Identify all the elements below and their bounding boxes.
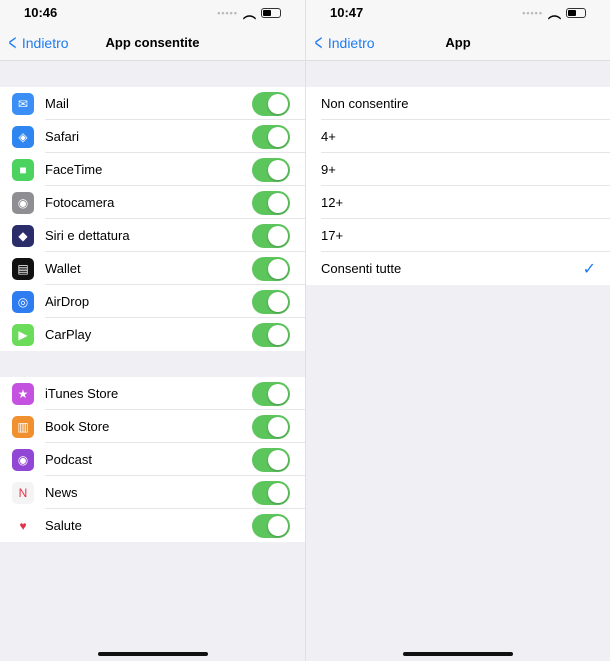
option-row[interactable]: 4+ (306, 120, 610, 153)
app-row-mail: ✉ Mail (0, 87, 305, 120)
toggle-switch[interactable] (252, 447, 290, 472)
option-row[interactable]: 9+ (306, 153, 610, 186)
toggle-switch[interactable] (252, 480, 290, 505)
mail-icon: ✉ (12, 92, 34, 115)
toggle-switch[interactable] (252, 157, 290, 182)
nav-bar: < Indietro App (306, 25, 610, 61)
camera-icon: ◉ (12, 191, 34, 214)
status-time: 10:47 (330, 5, 364, 20)
option-label: Non consentire (321, 96, 409, 111)
right-pane: 10:47 ••••• ︵ < Indietro App Non consentir… (305, 0, 610, 661)
app-row-wallet: ▤ Wallet (0, 252, 305, 285)
app-label: iTunes Store (45, 386, 119, 401)
app-label: Siri e dettatura (45, 228, 130, 243)
wifi-icon: ︵ (242, 6, 256, 21)
toggle-switch[interactable] (252, 414, 290, 439)
option-row[interactable]: Non consentire (306, 87, 610, 120)
app-row-carplay: ▶ CarPlay (0, 318, 305, 351)
app-row-book-store: ▥ Book Store (0, 410, 305, 443)
app-label: Book Store (45, 419, 110, 434)
apps-group-2: ★ iTunes Store ▥ Book Store ◉ Podcast N … (0, 377, 305, 542)
back-button[interactable]: < Indietro (6, 29, 69, 55)
app-label: Mail (45, 96, 69, 111)
option-row[interactable]: 17+ (306, 219, 610, 252)
app-row-podcast: ◉ Podcast (0, 443, 305, 476)
app-row-itunes-store: ★ iTunes Store (0, 377, 305, 410)
signal-icon: ••••• (217, 7, 238, 18)
facetime-icon: ■ (12, 158, 34, 181)
airdrop-icon: ◎ (12, 290, 34, 313)
app-label: Salute (45, 518, 82, 533)
option-label: 4+ (321, 129, 336, 144)
left-pane: 10:46 ••••• ︵ < Indietro App consentite ✉ … (0, 0, 305, 661)
app-label: Podcast (45, 452, 92, 467)
toggle-switch[interactable] (252, 381, 290, 406)
home-indicator (97, 652, 208, 656)
app-row-fotocamera: ◉ Fotocamera (0, 186, 305, 219)
toggle-switch[interactable] (252, 124, 290, 149)
option-label: Consenti tutte (321, 261, 402, 276)
option-label: 9+ (321, 162, 336, 177)
age-rating-options: Non consentire 4+ 9+ 12+ 17+ Consenti tutte ✓ (306, 87, 610, 285)
app-label: Safari (45, 129, 79, 144)
book-store-icon: ▥ (12, 415, 34, 438)
carplay-icon: ▶ (12, 323, 34, 346)
toggle-switch[interactable] (252, 190, 290, 215)
chevron-left-icon: < (8, 29, 17, 55)
chevron-left-icon: < (314, 29, 323, 55)
app-row-siri-e-dettatura: ◆ Siri e dettatura (0, 219, 305, 252)
checkmark-icon: ✓ (582, 260, 596, 278)
health-icon: ♥ (12, 514, 34, 537)
signal-icon: ••••• (522, 7, 543, 18)
app-row-airdrop: ◎ AirDrop (0, 285, 305, 318)
status-bar: 10:46 ••••• ︵ (0, 0, 305, 25)
option-row[interactable]: Consenti tutte ✓ (306, 252, 610, 285)
toggle-switch[interactable] (252, 91, 290, 116)
option-label: 12+ (321, 195, 344, 210)
app-label: FaceTime (45, 162, 103, 177)
podcast-icon: ◉ (12, 448, 34, 471)
toggle-switch[interactable] (252, 289, 290, 314)
toggle-switch[interactable] (252, 322, 290, 347)
itunes-store-icon: ★ (12, 382, 34, 405)
app-row-news: N News (0, 476, 305, 509)
toggle-switch[interactable] (252, 513, 290, 538)
app-label: News (45, 485, 78, 500)
status-bar: 10:47 ••••• ︵ (306, 0, 610, 25)
wifi-icon: ︵ (547, 6, 561, 21)
back-button[interactable]: < Indietro (312, 29, 375, 55)
back-label: Indietro (21, 34, 69, 51)
option-row[interactable]: 12+ (306, 186, 610, 219)
status-time: 10:46 (24, 5, 58, 20)
safari-icon: ◈ (12, 125, 34, 148)
wallet-icon: ▤ (12, 257, 34, 280)
toggle-switch[interactable] (252, 256, 290, 281)
siri-icon: ◆ (12, 224, 34, 247)
back-label: Indietro (327, 34, 375, 51)
app-row-safari: ◈ Safari (0, 120, 305, 153)
app-label: AirDrop (45, 294, 90, 309)
app-row-facetime: ■ FaceTime (0, 153, 305, 186)
app-label: CarPlay (45, 327, 92, 342)
nav-bar: < Indietro App consentite (0, 25, 305, 61)
home-indicator (403, 652, 513, 656)
toggle-switch[interactable] (252, 223, 290, 248)
battery-icon (261, 7, 281, 18)
app-label: Wallet (45, 261, 81, 276)
news-icon: N (12, 481, 34, 504)
apps-group-1: ✉ Mail ◈ Safari ■ FaceTime ◉ Fotocamera … (0, 87, 305, 351)
page-title: App consentite (105, 35, 200, 50)
option-label: 17+ (321, 228, 344, 243)
app-row-salute: ♥ Salute (0, 509, 305, 542)
page-title: App (445, 35, 471, 50)
battery-icon (566, 7, 586, 18)
app-label: Fotocamera (45, 195, 115, 210)
